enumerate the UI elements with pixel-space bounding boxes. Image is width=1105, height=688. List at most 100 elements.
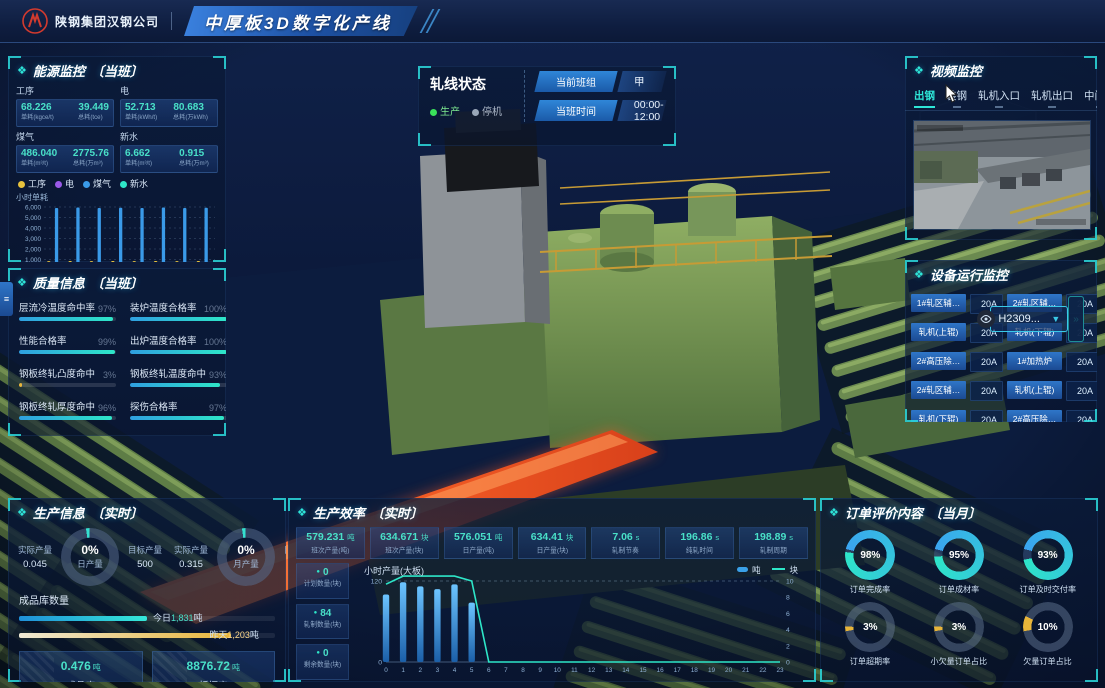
quality-progress-fill [19,416,112,420]
stat-value: 634.41 块 [520,531,585,543]
quality-item-row: 出炉温度合格率100% [130,333,226,347]
line-status-row-value: 甲 [617,71,666,92]
quality-item: 探伤合格率97% [130,399,226,420]
cctv-image [914,121,1090,229]
legend-dot [83,181,90,188]
quality-progress-fill [130,350,226,354]
diamond-icon: ❖ [829,506,839,519]
svg-text:16: 16 [657,667,665,674]
quality-progress-fill [19,317,113,321]
quality-item: 钢板终轧温度命中93% [130,366,226,387]
store-value-row: 8876.72吨 [153,657,275,675]
svg-text:19: 19 [708,667,716,674]
gauge-actual: 实际产量0.315 [168,544,214,570]
camera-select[interactable]: H2309... ▼ [990,306,1068,332]
status-dot [430,109,437,116]
side-stat: 0计划数量(块) [296,563,349,599]
quality-item-row: 性能合格率99% [19,333,116,347]
side-stat-value: 0 [297,648,348,659]
gauge-actual-label: 实际产量 [12,544,58,556]
stat-value: 196.86 s [667,531,732,543]
order-donut: 10% 欠量订单占比 [1022,602,1073,667]
quality-item: 层流冷温度命中率97% [19,300,116,321]
diamond-icon: ❖ [17,506,27,519]
status-legend-item: 停机 [472,103,502,118]
energy-metric-label: 总耗(万m³) [73,159,105,168]
svg-text:1,000: 1,000 [25,257,41,262]
energy-metric: 39.449总耗(tce) [78,102,109,123]
diamond-icon: ❖ [914,64,924,77]
order-donut-label: 欠量订单占比 [1023,655,1071,666]
chart-legend-item: 块 [772,564,798,576]
quality-item: 装炉温度合格率100% [130,300,226,321]
energy-metric-label: 单耗(kgce/t) [21,113,54,122]
energy-metric: 68.226单耗(kgce/t) [21,102,58,123]
stat-label: 班次产量(块) [375,546,433,556]
energy-card-name: 新水 [120,130,218,143]
order-donut-ring: 3% [934,602,984,652]
status-legend-label: 生产 [440,107,460,118]
diamond-icon: ❖ [17,64,27,77]
inventory-bar: 昨天1,203吨 [19,627,275,642]
energy-metric-value: 68.226 [21,102,58,113]
quality-item-value: 3% [103,370,116,380]
quality-item-label: 钢板终轧凸度命中 [19,366,95,380]
equipment-value-chip: 20A [1066,410,1097,422]
stat-unit: 吨 [495,533,503,542]
energy-chart: 01,0002,0003,0004,0005,0006,00023456789 [8,203,226,262]
equipment-label-chip: 2#高压除… [1007,410,1062,422]
video-tab-轧机出口[interactable]: 轧机出口 [1031,88,1073,110]
quality-progress-fill [19,383,22,387]
equipment-value-chip: 20A [970,410,1003,422]
gauge-target: 目标产量5,000 [278,544,286,570]
quality-progress-track [19,350,116,354]
diamond-icon: ❖ [297,506,307,519]
quality-item-row: 层流冷温度命中率97% [19,300,116,314]
svg-text:2: 2 [419,667,423,674]
energy-metric-label: 总耗(tce) [78,113,105,122]
store-cards: 0.476吨成品库8876.72吨板坯库 [8,644,286,682]
production-gauge: 实际产量0.0450%日产量目标产量500 [12,528,168,586]
stat-label: 轧制周期 [744,546,802,556]
company-logo: 陕钢集团汉钢公司 [22,8,159,34]
stat-unit: s [636,533,640,542]
stat-label: 日产量(吨) [449,546,507,556]
svg-text:6: 6 [487,667,491,674]
quality-item: 钢板终轧厚度命中96% [19,399,116,420]
order-donut-ring: 10% [1023,602,1073,652]
quality-item: 出炉温度合格率100% [130,333,226,354]
cctv-frame[interactable] [913,120,1091,230]
video-tab-轧机入口[interactable]: 轧机入口 [978,88,1020,110]
quality-progress-fill [130,317,226,321]
store-value: 8876.72 [187,659,230,673]
video-tab-装钢[interactable]: 装钢 [946,88,967,110]
chevron-down-icon: ▼ [1051,314,1060,324]
panel-energy-title: ❖ 能源监控 〔当班〕 [8,56,226,83]
camera-select-value: H2309... [998,313,1040,325]
quality-progress-track [130,350,226,354]
equipment-label-chip: 2#高压除… [911,352,966,370]
side-stat: 0剩余数量(块) [296,644,349,680]
quality-item-label: 层流冷温度命中率 [19,300,95,314]
divider [524,70,525,122]
energy-metric-value: 2775.76 [73,148,109,159]
video-tab-出钢[interactable]: 出钢 [914,88,935,110]
quality-item-label: 钢板终轧温度命中 [130,366,206,380]
gauge-target-label: 目标产量 [122,544,168,556]
energy-metric-label: 总耗(万kWh) [173,113,208,122]
energy-card: 电52.713单耗(kWh/t)80.683总耗(万kWh) [120,83,218,127]
order-donut-label: 订单完成率 [847,583,895,594]
chart-legend-glyph [772,568,785,570]
svg-text:3: 3 [436,667,440,674]
order-donut-percent: 95% [934,530,984,580]
side-stat-label: 轧制数量(块) [300,619,345,629]
quality-grid: 层流冷温度命中率97% 装炉温度合格率100% 性能合格率99% 出炉温度合格率100… [8,295,226,425]
left-collapse-handle[interactable]: ≡ [0,282,13,316]
quality-progress-fill [130,416,224,420]
video-tab-中间冷[interactable]: 中间冷 [1084,88,1097,110]
svg-text:22: 22 [759,667,767,674]
quality-progress-track [130,416,226,420]
quality-progress-track [19,416,116,420]
energy-metric: 2775.76总耗(万m³) [73,148,109,169]
order-donut-label: 订单超期率 [847,655,895,666]
